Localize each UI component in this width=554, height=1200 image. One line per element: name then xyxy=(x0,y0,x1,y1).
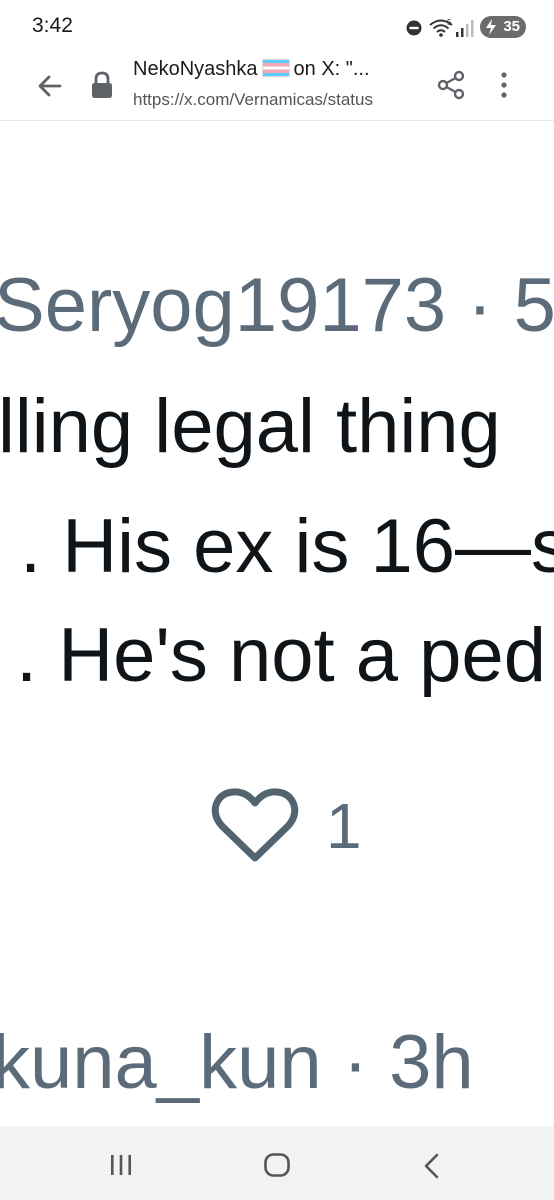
heart-icon[interactable] xyxy=(210,786,300,866)
recents-icon[interactable] xyxy=(107,1154,135,1176)
like-count: 1 xyxy=(326,790,362,862)
post-text-line: . His ex is 16—s xyxy=(20,504,554,589)
browser-toolbar: NekoNyashka on X: "... https://x.com/Vern… xyxy=(0,56,554,121)
post-content: Seryog19173 · 5 lling legal thing . His … xyxy=(0,121,554,1126)
page-title[interactable]: NekoNyashka on X: "... xyxy=(133,58,370,81)
share-icon[interactable] xyxy=(434,68,468,102)
next-post-author-handle[interactable]: kuna_kun · 3h xyxy=(0,1025,474,1101)
status-icons: 5 35 xyxy=(406,14,526,42)
battery-level: 35 xyxy=(503,18,520,35)
post-text-line: lling legal thing xyxy=(0,384,501,469)
page-title-suffix: on X: "... xyxy=(293,58,370,80)
lock-icon[interactable] xyxy=(89,70,115,100)
do-not-disturb-icon xyxy=(406,20,422,36)
signal-icon xyxy=(456,20,474,37)
trans-flag-icon xyxy=(261,59,290,77)
system-nav-bar xyxy=(0,1126,554,1200)
wifi-icon: 5 xyxy=(429,18,453,37)
home-icon[interactable] xyxy=(263,1152,291,1178)
post-author-handle[interactable]: Seryog19173 · 5 xyxy=(0,268,554,344)
battery-indicator: 35 xyxy=(480,16,526,38)
status-time: 3:42 xyxy=(32,14,73,37)
page-url[interactable]: https://x.com/Vernamicas/status xyxy=(133,90,415,110)
more-vert-icon[interactable] xyxy=(494,68,514,102)
back-icon[interactable] xyxy=(420,1152,444,1180)
post-text-line: . He's not a ped xyxy=(16,613,546,698)
status-bar: 3:42 5 35 xyxy=(0,0,554,56)
battery-charging-icon xyxy=(486,19,496,35)
back-arrow-icon[interactable] xyxy=(34,70,66,102)
page-title-prefix: NekoNyashka xyxy=(133,58,258,80)
wifi-label: 5 xyxy=(447,18,452,27)
